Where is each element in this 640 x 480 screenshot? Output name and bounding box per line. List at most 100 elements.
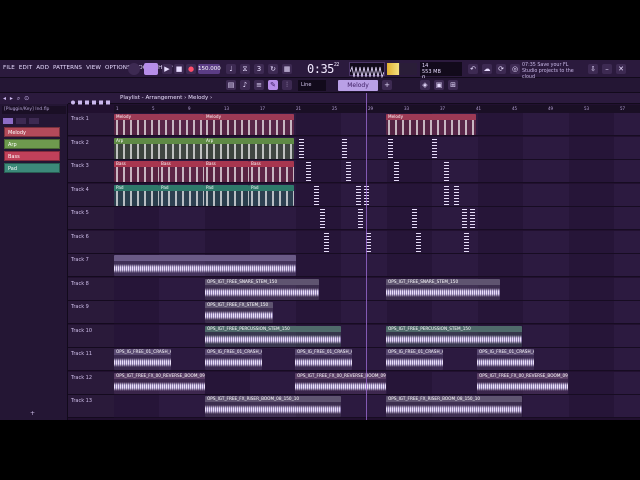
menu-add[interactable]: ADD <box>36 65 49 71</box>
track-header[interactable]: Track 13 <box>68 395 114 418</box>
track-header[interactable]: Track 5 <box>68 207 114 230</box>
playlist-clip[interactable]: OPS_IGT_FREE_FX_RISER_BOOM_08_150_10 <box>386 396 522 417</box>
playlist-clip[interactable]: OPS_IG_FREE_01_CRASH_A <box>477 349 534 370</box>
pattern-hit[interactable] <box>444 185 449 205</box>
track-lane[interactable]: OPS_IGT_FREE_SNARE_STEM_150 OPS_IGT_FREE_… <box>114 277 640 301</box>
browser-toolbar[interactable]: ◂ ▸ ⌕ ⊙ <box>0 93 68 104</box>
playlist-clip[interactable]: Bass <box>249 161 294 182</box>
cloud-icon[interactable]: ☁ <box>482 64 492 74</box>
track-lane[interactable]: Pad Pad Pad Pad <box>114 183 640 207</box>
mixer-view-icon[interactable]: ⊞ <box>448 80 458 90</box>
playlist-clip[interactable]: Bass <box>159 161 204 182</box>
track-header[interactable]: Track 12 <box>68 371 114 395</box>
playlist-clip[interactable]: OPS_IGT_FREE_FX_RISER_BOOM_08_150_10 <box>205 396 341 417</box>
playlist-icon[interactable]: ▤ <box>226 80 236 90</box>
track-lane[interactable]: Bass Bass Bass Bass <box>114 160 640 183</box>
pattern-hit[interactable] <box>412 209 417 228</box>
track-header[interactable]: Track 1 <box>68 113 114 136</box>
track-header[interactable]: Track 8 <box>68 277 114 301</box>
track-lane[interactable]: Melody Melody Melody <box>114 113 640 136</box>
pattern-hit[interactable] <box>388 138 393 158</box>
pattern-hit[interactable] <box>358 209 363 228</box>
clip-source-arp[interactable]: Arp <box>4 139 60 149</box>
track-header[interactable]: Track 7 <box>68 254 114 277</box>
playlist-clip[interactable]: OPS_IG_FREE_01_CRASH_A <box>205 349 262 370</box>
playlist-clip[interactable]: OPS_IGT_FREE_PERCUSSION_STEM_150 <box>205 325 341 347</box>
play-icon[interactable]: ▶ <box>162 64 172 74</box>
browser-path[interactable]: [Pluggin/Key] Ind.flp <box>2 106 66 114</box>
pattern-hit[interactable] <box>346 162 351 181</box>
playlist-clip[interactable]: OPS_IG_FREE_01_CRASH_A <box>386 349 443 370</box>
track-header[interactable]: Track 3 <box>68 160 114 183</box>
countdown-icon[interactable]: 3 <box>254 64 264 74</box>
track-header[interactable]: Track 9 <box>68 301 114 324</box>
pattern-song-toggle[interactable] <box>144 63 158 75</box>
step-edit-icon[interactable]: ▦ <box>282 64 292 74</box>
pattern-hit[interactable] <box>416 232 421 252</box>
playlist-clip[interactable]: OPS_IG_FREE_01_CRASH_A <box>295 349 352 370</box>
close-icon[interactable]: ✕ <box>616 64 626 74</box>
playlist-clip[interactable]: OPS_IGT_FREE_FX_00_REVERSE_BOOM_09_150 <box>477 372 568 394</box>
add-pattern-icon[interactable]: + <box>382 80 392 90</box>
pattern-hit[interactable] <box>464 232 469 252</box>
track-lane[interactable]: OPS_IGT_FREE_PERCUSSION_STEM_150 OPS_IGT_… <box>114 324 640 348</box>
playhead[interactable] <box>366 93 367 420</box>
menu-edit[interactable]: EDIT <box>19 65 32 71</box>
pattern-hit[interactable] <box>394 162 399 181</box>
playlist-clip[interactable]: Bass <box>204 161 249 182</box>
track-header[interactable]: Track 4 <box>68 183 114 207</box>
mixer-icon[interactable]: ⫶ <box>282 80 292 90</box>
playlist-clip[interactable]: OPS_IGT_FREE_FX_STEM_150 <box>205 302 273 323</box>
playlist-clip[interactable]: Pad <box>159 184 204 206</box>
pattern-hit[interactable] <box>444 162 449 181</box>
playlist-clip[interactable]: Melody <box>204 114 294 135</box>
track-lane[interactable]: OPS_IGT_FREE_FX_00_REVERSE_BOOM_09_150 OP… <box>114 371 640 395</box>
playlist-clip[interactable]: OPS_IGT_FREE_FX_00_REVERSE_BOOM_09_150 <box>295 372 386 394</box>
stop-icon[interactable]: ■ <box>174 64 184 74</box>
track-lane[interactable]: OPS_IGT_FREE_FX_RISER_BOOM_08_150_10 OPS_… <box>114 395 640 418</box>
track-lane[interactable] <box>114 230 640 254</box>
track-lane[interactable]: OPS_IGT_FREE_FX_STEM_150 <box>114 301 640 324</box>
pattern-hit[interactable] <box>356 185 361 205</box>
snap-select[interactable]: Line <box>298 80 326 91</box>
undo-icon[interactable]: ↶ <box>468 64 478 74</box>
playlist-tool-icons[interactable] <box>68 97 118 108</box>
track-header[interactable]: Track 10 <box>68 324 114 348</box>
piano-roll-icon[interactable]: ♪ <box>240 80 250 90</box>
pattern-hit[interactable] <box>299 138 304 158</box>
playlist-clip[interactable]: Melody <box>114 114 204 135</box>
plugin-icon[interactable]: ◈ <box>420 80 430 90</box>
browser-tabs[interactable] <box>2 117 66 125</box>
track-lane[interactable] <box>114 254 640 277</box>
clip-source-melody[interactable]: Melody <box>4 127 60 137</box>
pattern-hit[interactable] <box>314 185 319 205</box>
download-icon[interactable]: ⇩ <box>588 64 598 74</box>
browser-icon[interactable]: ▣ <box>434 80 444 90</box>
pattern-hit[interactable] <box>470 209 475 228</box>
track-header[interactable]: Track 2 <box>68 136 114 160</box>
playlist-clip[interactable]: OPS_IGT_FREE_FX_00_REVERSE_BOOM_09_150 <box>114 372 205 394</box>
menu-view[interactable]: VIEW <box>86 65 101 71</box>
metronome-icon[interactable]: ♩ <box>226 64 236 74</box>
timeline-ruler[interactable]: 1 5 9 13 17 21 25 29 33 37 41 45 49 53 57 <box>114 105 640 113</box>
menu-file[interactable]: FILE <box>3 65 15 71</box>
playlist-clip[interactable]: Arp <box>114 137 204 159</box>
track-lane[interactable]: OPS_IG_FREE_01_CRASH_A OPS_IG_FREE_01_CRA… <box>114 348 640 371</box>
playlist-clip[interactable]: Pad <box>249 184 294 206</box>
playlist-clip[interactable]: OPS_IGT_FREE_PERCUSSION_STEM_150 <box>386 325 522 347</box>
master-volume-knob[interactable] <box>128 63 140 75</box>
track-header[interactable]: Track 11 <box>68 348 114 371</box>
playlist-clip[interactable] <box>114 255 296 276</box>
playlist-clip[interactable]: OPS_IGT_FREE_SNARE_STEM_150 <box>205 278 319 300</box>
track-lane[interactable]: Arp Arp <box>114 136 640 160</box>
track-lane[interactable] <box>114 207 640 230</box>
minimize-icon[interactable]: – <box>602 64 612 74</box>
pattern-hit[interactable] <box>432 138 437 158</box>
clip-source-bass[interactable]: Bass <box>4 151 60 161</box>
clip-source-pad[interactable]: Pad <box>4 163 60 173</box>
playlist-clip[interactable]: OPS_IGT_FREE_SNARE_STEM_150 <box>386 278 500 300</box>
wait-icon[interactable]: ⧖ <box>240 64 250 74</box>
online-icon[interactable]: ⟳ <box>496 64 506 74</box>
pattern-hit[interactable] <box>462 209 467 228</box>
playlist-clip[interactable]: Pad <box>114 184 159 206</box>
